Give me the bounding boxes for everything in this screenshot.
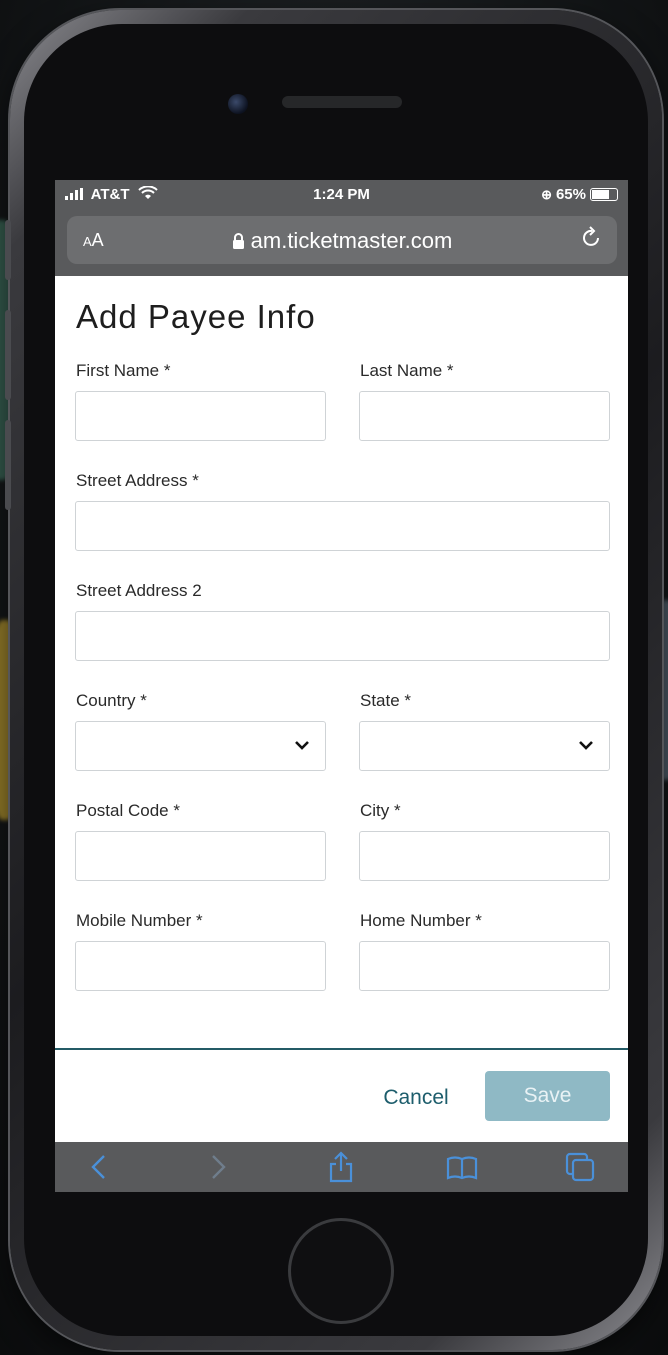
home-button[interactable] bbox=[288, 1218, 394, 1324]
last-name-field[interactable] bbox=[359, 391, 610, 441]
battery-indicator: ⊕ 65% bbox=[541, 186, 618, 203]
battery-icon bbox=[590, 188, 618, 201]
cancel-button[interactable]: Cancel bbox=[373, 1081, 459, 1115]
chevron-down-icon bbox=[579, 741, 593, 750]
street-address-2-label: Street Address 2 bbox=[76, 581, 202, 600]
volume-up-button bbox=[5, 310, 11, 400]
postal-code-label: Postal Code * bbox=[76, 801, 180, 820]
tabs-icon[interactable] bbox=[563, 1150, 597, 1184]
earpiece-speaker bbox=[282, 96, 402, 108]
first-name-field[interactable] bbox=[75, 391, 326, 441]
volume-down-button bbox=[5, 420, 11, 510]
footer-divider bbox=[55, 1048, 628, 1050]
home-number-field[interactable] bbox=[359, 941, 610, 991]
page-title: Add Payee Info bbox=[76, 298, 316, 335]
mobile-number-label: Mobile Number * bbox=[76, 911, 203, 930]
front-camera bbox=[228, 94, 248, 114]
address-bar[interactable]: AA am.ticketmaster.com bbox=[67, 216, 617, 264]
street-address-field[interactable] bbox=[75, 501, 610, 551]
city-field[interactable] bbox=[359, 831, 610, 881]
share-icon[interactable] bbox=[324, 1150, 358, 1184]
orientation-lock-icon: ⊕ bbox=[541, 186, 552, 202]
mute-switch bbox=[5, 220, 11, 280]
mobile-number-field[interactable] bbox=[75, 941, 326, 991]
city-label: City * bbox=[360, 801, 401, 820]
first-name-label: First Name * bbox=[76, 361, 171, 380]
phone-screen: AT&T 1:24 PM ⊕ 65% AA am.ticketmaster.co… bbox=[55, 180, 628, 1192]
state-select[interactable] bbox=[359, 721, 610, 771]
chevron-down-icon bbox=[295, 741, 309, 750]
back-icon[interactable] bbox=[83, 1150, 117, 1184]
country-label: Country * bbox=[76, 691, 147, 710]
country-select[interactable] bbox=[75, 721, 326, 771]
browser-toolbar bbox=[55, 1142, 628, 1192]
home-number-label: Home Number * bbox=[360, 911, 482, 930]
street-address-2-field[interactable] bbox=[75, 611, 610, 661]
status-bar: AT&T 1:24 PM ⊕ 65% bbox=[55, 180, 628, 210]
forward-icon[interactable] bbox=[200, 1150, 234, 1184]
url-domain[interactable]: am.ticketmaster.com bbox=[67, 228, 617, 254]
bookmarks-icon[interactable] bbox=[445, 1150, 479, 1184]
reload-icon[interactable] bbox=[581, 226, 603, 257]
lock-icon bbox=[232, 233, 244, 249]
last-name-label: Last Name * bbox=[360, 361, 454, 380]
save-button[interactable]: Save bbox=[485, 1071, 610, 1121]
domain-text: am.ticketmaster.com bbox=[250, 228, 453, 253]
battery-fill bbox=[592, 190, 609, 199]
street-address-label: Street Address * bbox=[76, 471, 199, 490]
state-label: State * bbox=[360, 691, 412, 710]
battery-percent: 65% bbox=[555, 186, 586, 203]
postal-code-field[interactable] bbox=[75, 831, 326, 881]
